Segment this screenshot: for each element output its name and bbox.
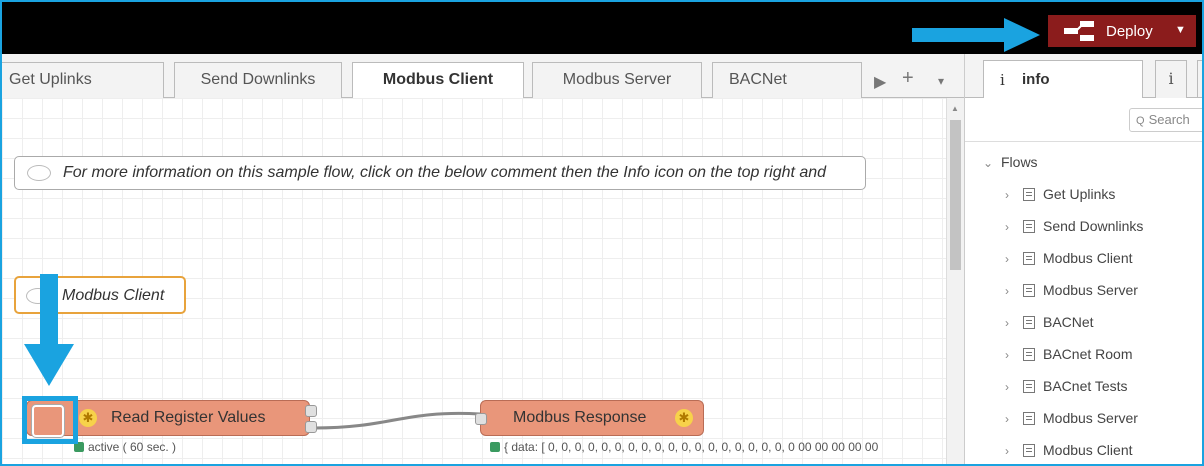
status-text: { data: [ 0, 0, 0, 0, 0, 0, 0, 0, 0, 0, … [504,440,879,454]
chevron-right-icon[interactable]: › [1005,371,1023,403]
search-icon: Q [1136,115,1145,127]
flows-tree-item-label: Get Uplinks [1043,186,1116,202]
chevron-right-icon[interactable]: › [1005,435,1023,464]
status-text: active ( 60 sec. ) [88,440,177,454]
flows-tree-item-label: Modbus Server [1043,410,1138,426]
add-tab-icon[interactable]: + [902,67,914,90]
tab-get-uplinks[interactable]: Get Uplinks [2,62,164,98]
chevron-right-icon[interactable]: › [1005,243,1023,275]
flows-tree-item[interactable]: › Get Uplinks [1005,178,1115,210]
flows-tree-item-label: BACnet Tests [1043,378,1128,394]
flows-tree-item[interactable]: › Modbus Client [1005,242,1133,274]
node-status: active ( 60 sec. ) [74,440,176,454]
tab-send-downlinks[interactable]: Send Downlinks [174,62,342,98]
flow-icon [1023,348,1035,361]
chevron-right-icon[interactable]: › [1005,179,1023,211]
sidebar: i info i Q Search ⌄ Flows › Get Uplinks › Sen… [964,54,1202,464]
tab-scroll-icon[interactable]: ▶ [874,72,886,92]
flow-icon [1023,284,1035,297]
input-port[interactable] [475,413,487,425]
output-port[interactable] [305,421,317,433]
tab-modbus-server[interactable]: Modbus Server [532,62,702,98]
gear-icon: ✱ [675,409,693,427]
flow-icon [1023,316,1035,329]
status-dot-icon [490,442,500,452]
flow-icon [1023,412,1035,425]
flows-tree: ⌄ Flows › Get Uplinks › Send Downlinks › Modbu… [965,142,1202,464]
flows-group-header[interactable]: ⌄ Flows [983,146,1038,178]
editor-window: Deploy ▼ Get Uplinks Send Downlinks Modb… [0,0,1204,466]
header-bar: Deploy ▼ [2,2,1202,54]
chevron-right-icon[interactable]: › [1005,403,1023,435]
search-input[interactable]: Q Search [1129,108,1202,132]
deploy-icon [1064,21,1094,41]
deploy-label: Deploy [1106,23,1153,40]
flow-icon [1023,380,1035,393]
sidebar-tab-bar: i info i [965,54,1202,98]
tab-bacnet[interactable]: BACNet [712,62,862,98]
sidebar-tab-info[interactable]: i info [983,60,1143,98]
flows-tree-item-label: Modbus Client [1043,442,1133,458]
flows-tree-item-label: Modbus Server [1043,282,1138,298]
scrollbar-thumb[interactable] [950,120,961,270]
flow-icon [1023,188,1035,201]
tab-menu-icon[interactable]: ▾ [938,74,944,88]
chevron-right-icon[interactable]: › [1005,307,1023,339]
flows-tree-item[interactable]: › BACnet Tests [1005,370,1128,402]
node-label: Read Register Values [111,409,266,426]
flow-tab-bar: Get Uplinks Send Downlinks Modbus Client… [2,54,964,99]
annotation-highlight-box [22,396,78,444]
flow-icon [1023,444,1035,457]
flow-icon [1023,220,1035,233]
chevron-right-icon[interactable]: › [1005,211,1023,243]
node-status: { data: [ 0, 0, 0, 0, 0, 0, 0, 0, 0, 0, … [490,440,878,454]
sidebar-tab-info-label: info [1022,71,1050,88]
modbus-response-node[interactable]: Modbus Response ✱ [475,400,704,436]
flows-tree-item-label: BACnet Room [1043,346,1133,362]
sidebar-tab-more[interactable] [1197,60,1202,98]
flow-workspace[interactable]: For more information on this sample flow… [2,98,946,464]
deploy-dropdown-icon[interactable]: ▼ [1175,24,1186,36]
info-icon: i [1168,69,1174,88]
sidebar-search-area: Q Search [965,98,1202,142]
flows-tree-item[interactable]: › Modbus Client [1005,434,1133,464]
flows-tree-item-label: Modbus Client [1043,250,1133,266]
chevron-right-icon[interactable]: › [1005,339,1023,371]
flow-icon [1023,252,1035,265]
sidebar-tab-help[interactable]: i [1155,60,1187,98]
deploy-button[interactable]: Deploy ▼ [1048,15,1196,47]
workspace-scrollbar[interactable]: ▲ [946,98,964,464]
scroll-up-icon[interactable]: ▲ [951,104,959,113]
flows-tree-item[interactable]: › Modbus Server [1005,402,1138,434]
chevron-down-icon: ⌄ [983,156,994,170]
flows-tree-item[interactable]: › Send Downlinks [1005,210,1143,242]
chevron-right-icon[interactable]: › [1005,275,1023,307]
flows-label: Flows [1001,154,1038,170]
search-placeholder: Search [1148,112,1190,127]
flows-tree-item[interactable]: › BACNet [1005,306,1094,338]
flows-tree-item[interactable]: › BACnet Room [1005,338,1132,370]
annotation-arrow-down [24,274,74,386]
flows-tree-item-label: Send Downlinks [1043,218,1144,234]
node-label: Modbus Response [513,409,647,426]
output-port[interactable] [305,405,317,417]
flows-tree-item-label: BACNet [1043,314,1094,330]
annotation-arrow-right [912,18,1040,52]
tab-modbus-client[interactable]: Modbus Client [352,62,524,99]
gear-icon: ✱ [79,409,97,427]
info-icon: i [1000,71,1005,89]
flows-tree-item[interactable]: › Modbus Server [1005,274,1138,306]
